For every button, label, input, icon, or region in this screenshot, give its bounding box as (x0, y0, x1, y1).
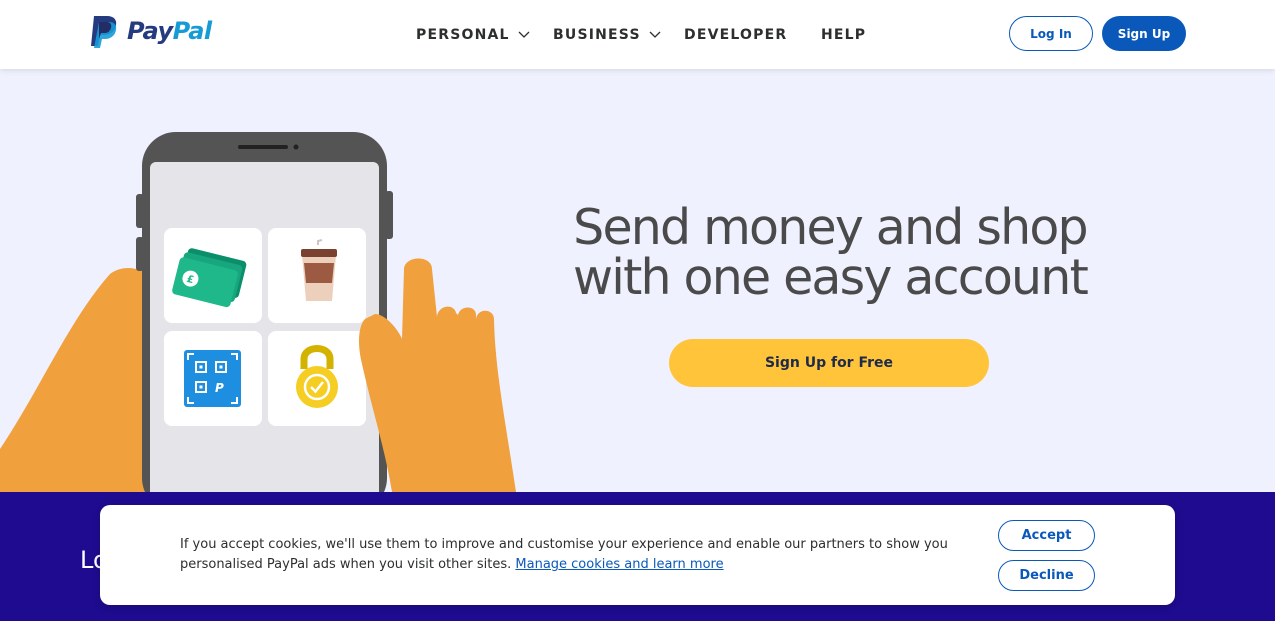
paypal-logo[interactable]: PayPal (89, 14, 212, 48)
cookie-banner: If you accept cookies, we'll use them to… (100, 505, 1175, 605)
qr-code-icon: P (184, 350, 241, 407)
coffee-cup-icon (301, 239, 337, 301)
decline-cookies-button[interactable]: Decline (998, 560, 1095, 591)
site-header: PayPal PERSONAL BUSINESS DEVELOPER HELP … (0, 0, 1275, 69)
nav-item-label: PERSONAL (416, 26, 510, 43)
nav-item-label: HELP (821, 26, 867, 43)
hero-illustration: £ P (0, 132, 516, 492)
chevron-down-icon (518, 31, 530, 38)
hero-headline-line2: with one easy account (573, 249, 1089, 306)
logo-word-pal: Pal (172, 17, 212, 45)
cookie-message: If you accept cookies, we'll use them to… (180, 535, 950, 575)
nav-item-help[interactable]: HELP (821, 0, 866, 69)
signup-button[interactable]: Sign Up (1102, 16, 1186, 51)
signup-free-button[interactable]: Sign Up for Free (669, 339, 989, 387)
band-heading-partial: Lo (80, 546, 100, 574)
hero-headline: Send money and shop with one easy accoun… (560, 203, 1100, 303)
logo-wordmark: PayPal (127, 17, 212, 45)
nav-item-business[interactable]: BUSINESS (553, 0, 661, 69)
accept-cookies-button[interactable]: Accept (998, 520, 1095, 551)
phone-screen (150, 162, 379, 492)
hero-headline-line1: Send money and shop (573, 199, 1089, 256)
svg-text:P: P (215, 381, 224, 395)
paypal-p-icon (91, 16, 117, 48)
nav-item-personal[interactable]: PERSONAL (416, 0, 530, 69)
nav-item-developer[interactable]: DEVELOPER (684, 0, 787, 69)
logo-word-pay: Pay (127, 17, 173, 45)
chevron-down-icon (649, 31, 661, 38)
login-button[interactable]: Log In (1009, 16, 1093, 51)
manage-cookies-link[interactable]: Manage cookies and learn more (515, 557, 723, 572)
nav-item-label: BUSINESS (553, 26, 641, 43)
nav-item-label: DEVELOPER (684, 26, 788, 43)
